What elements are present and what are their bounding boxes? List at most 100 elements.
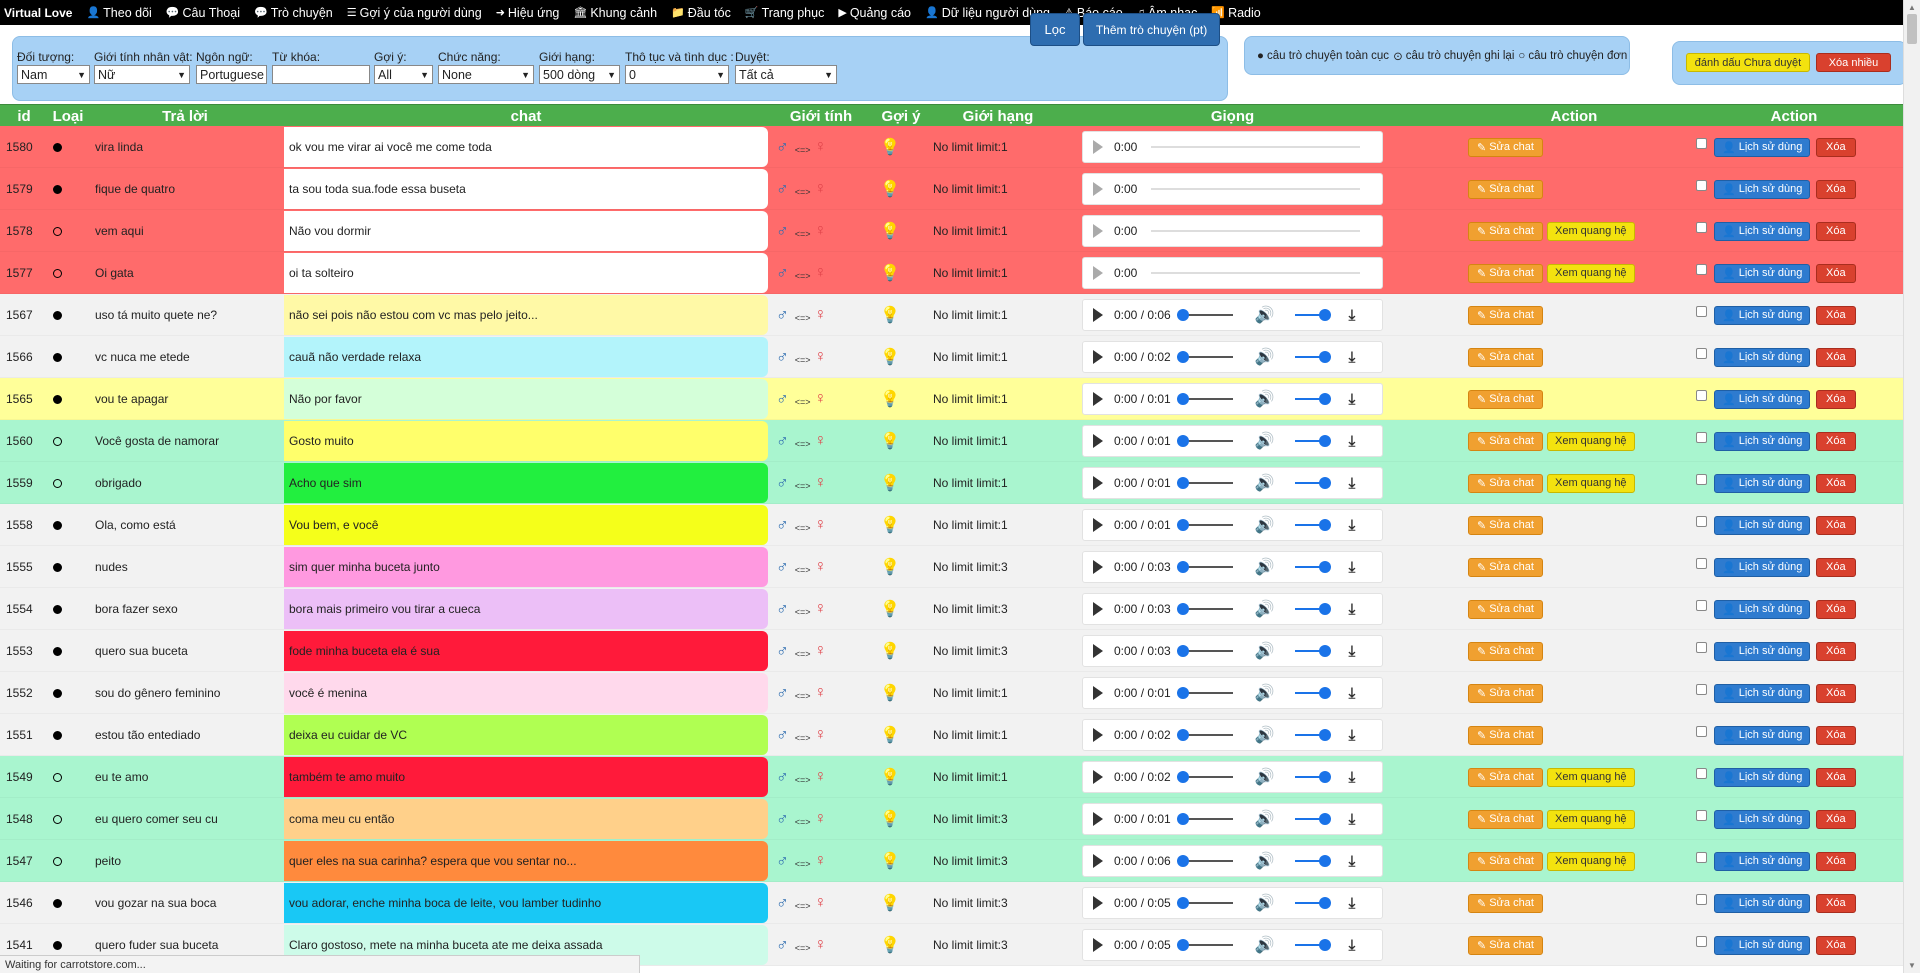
duyet-select[interactable]: Tất cả ▼ <box>735 65 837 84</box>
goi-y-select[interactable]: All ▼ <box>374 65 433 84</box>
volume-icon[interactable]: 🔊 <box>1255 305 1275 325</box>
play-icon[interactable] <box>1093 602 1103 616</box>
delete-button[interactable]: Xóa <box>1816 515 1856 535</box>
lightbulb-icon[interactable]: 💡 <box>880 882 900 924</box>
volume-slider[interactable] <box>1294 603 1331 615</box>
chat-text[interactable]: também te amo muito <box>284 757 768 797</box>
usage-history-button[interactable]: 👤 Lịch sử dùng <box>1714 683 1811 703</box>
delete-button[interactable]: Xóa <box>1816 347 1856 367</box>
download-icon[interactable]: ⤓ <box>1349 433 1356 450</box>
edit-chat-button[interactable]: ✎ Sửa chat <box>1468 263 1543 283</box>
usage-history-button[interactable]: 👤 Lịch sử dùng <box>1714 347 1811 367</box>
audio-progress-slider[interactable] <box>1151 230 1360 232</box>
edit-chat-button[interactable]: ✎ Sửa chat <box>1468 893 1543 913</box>
chat-text[interactable]: sim quer minha buceta junto <box>284 547 768 587</box>
nav-item-2[interactable]: 💬 Trò chuyện <box>254 6 333 20</box>
play-icon[interactable] <box>1093 266 1103 280</box>
row-checkbox[interactable] <box>1696 389 1707 401</box>
lightbulb-icon[interactable]: 💡 <box>880 252 900 294</box>
delete-button[interactable]: Xóa <box>1816 935 1856 955</box>
audio-progress-slider[interactable] <box>1151 146 1360 148</box>
chat-text[interactable]: ta sou toda sua.fode essa buseta <box>284 169 768 209</box>
lightbulb-icon[interactable]: 💡 <box>880 588 900 630</box>
ngon-ngu-select[interactable]: Portuguese▼ <box>196 65 267 84</box>
view-relation-button[interactable]: Xem quang hệ <box>1547 767 1635 787</box>
download-icon[interactable]: ⤓ <box>1349 349 1356 366</box>
usage-history-button[interactable]: 👤 Lịch sử dùng <box>1714 599 1811 619</box>
chuc-nang-select[interactable]: None ▼ <box>438 65 534 84</box>
usage-history-button[interactable]: 👤 Lịch sử dùng <box>1714 893 1811 913</box>
row-checkbox[interactable] <box>1696 137 1707 149</box>
edit-chat-button[interactable]: ✎ Sửa chat <box>1468 767 1543 787</box>
audio-progress-slider[interactable] <box>1176 477 1233 489</box>
lightbulb-icon[interactable]: 💡 <box>880 294 900 336</box>
delete-button[interactable]: Xóa <box>1816 431 1856 451</box>
chat-text[interactable]: Acho que sim <box>284 463 768 503</box>
delete-button[interactable]: Xóa <box>1816 221 1856 241</box>
download-icon[interactable]: ⤓ <box>1349 937 1356 954</box>
row-checkbox[interactable] <box>1696 347 1707 359</box>
download-icon[interactable]: ⤓ <box>1349 601 1356 618</box>
volume-icon[interactable]: 🔊 <box>1255 809 1275 829</box>
chat-text[interactable]: ok vou me virar ai você me come toda <box>284 127 768 167</box>
row-checkbox[interactable] <box>1696 599 1707 611</box>
nav-item-0[interactable]: 👤 Theo dõi <box>86 6 151 20</box>
delete-button[interactable]: Xóa <box>1816 767 1856 787</box>
view-relation-button[interactable]: Xem quang hệ <box>1547 473 1635 493</box>
row-checkbox[interactable] <box>1696 935 1707 947</box>
delete-button[interactable]: Xóa <box>1816 263 1856 283</box>
delete-button[interactable]: Xóa <box>1816 809 1856 829</box>
chat-text[interactable]: não sei pois não estou com vc mas pelo j… <box>284 295 768 335</box>
download-icon[interactable]: ⤓ <box>1349 517 1356 534</box>
volume-icon[interactable]: 🔊 <box>1255 431 1275 451</box>
delete-button[interactable]: Xóa <box>1816 725 1856 745</box>
play-icon[interactable] <box>1093 224 1103 238</box>
play-icon[interactable] <box>1093 938 1103 952</box>
scrollbar-thumb[interactable] <box>1907 14 1917 44</box>
delete-button[interactable]: Xóa <box>1816 683 1856 703</box>
volume-icon[interactable]: 🔊 <box>1255 599 1275 619</box>
usage-history-button[interactable]: 👤 Lịch sử dùng <box>1714 179 1811 199</box>
play-icon[interactable] <box>1093 518 1103 532</box>
row-checkbox[interactable] <box>1696 641 1707 653</box>
row-checkbox[interactable] <box>1696 179 1707 191</box>
audio-progress-slider[interactable] <box>1176 309 1233 321</box>
keyword-input[interactable] <box>272 65 370 84</box>
play-icon[interactable] <box>1093 392 1103 406</box>
edit-chat-button[interactable]: ✎ Sửa chat <box>1468 389 1543 409</box>
delete-button[interactable]: Xóa <box>1816 851 1856 871</box>
lightbulb-icon[interactable]: 💡 <box>880 756 900 798</box>
delete-button[interactable]: Xóa <box>1816 389 1856 409</box>
edit-chat-button[interactable]: ✎ Sửa chat <box>1468 725 1543 745</box>
volume-slider[interactable] <box>1294 519 1331 531</box>
edit-chat-button[interactable]: ✎ Sửa chat <box>1468 935 1543 955</box>
gioi-tinh-select[interactable]: Nữ ▼ <box>94 65 190 84</box>
delete-button[interactable]: Xóa <box>1816 599 1856 619</box>
nav-item-5[interactable]: 🏛 Khung cảnh <box>573 6 657 20</box>
download-icon[interactable]: ⤓ <box>1349 475 1356 492</box>
audio-progress-slider[interactable] <box>1176 603 1233 615</box>
volume-slider[interactable] <box>1294 855 1331 867</box>
delete-button[interactable]: Xóa <box>1816 179 1856 199</box>
edit-chat-button[interactable]: ✎ Sửa chat <box>1468 641 1543 661</box>
play-icon[interactable] <box>1093 812 1103 826</box>
download-icon[interactable]: ⤓ <box>1349 811 1356 828</box>
volume-icon[interactable]: 🔊 <box>1255 473 1275 493</box>
chat-text[interactable]: Não vou dormir <box>284 211 768 251</box>
download-icon[interactable]: ⤓ <box>1349 769 1356 786</box>
delete-button[interactable]: Xóa <box>1816 557 1856 577</box>
volume-slider[interactable] <box>1294 309 1331 321</box>
play-icon[interactable] <box>1093 854 1103 868</box>
lightbulb-icon[interactable]: 💡 <box>880 798 900 840</box>
play-icon[interactable] <box>1093 140 1103 154</box>
volume-slider[interactable] <box>1294 393 1331 405</box>
usage-history-button[interactable]: 👤 Lịch sử dùng <box>1714 851 1811 871</box>
gioi-han-select[interactable]: 500 dòng ▼ <box>539 65 620 84</box>
lightbulb-icon[interactable]: 💡 <box>880 546 900 588</box>
audio-progress-slider[interactable] <box>1176 645 1233 657</box>
play-icon[interactable] <box>1093 728 1103 742</box>
lightbulb-icon[interactable]: 💡 <box>880 126 900 168</box>
audio-progress-slider[interactable] <box>1151 188 1360 190</box>
lightbulb-icon[interactable]: 💡 <box>880 504 900 546</box>
usage-history-button[interactable]: 👤 Lịch sử dùng <box>1714 137 1811 157</box>
